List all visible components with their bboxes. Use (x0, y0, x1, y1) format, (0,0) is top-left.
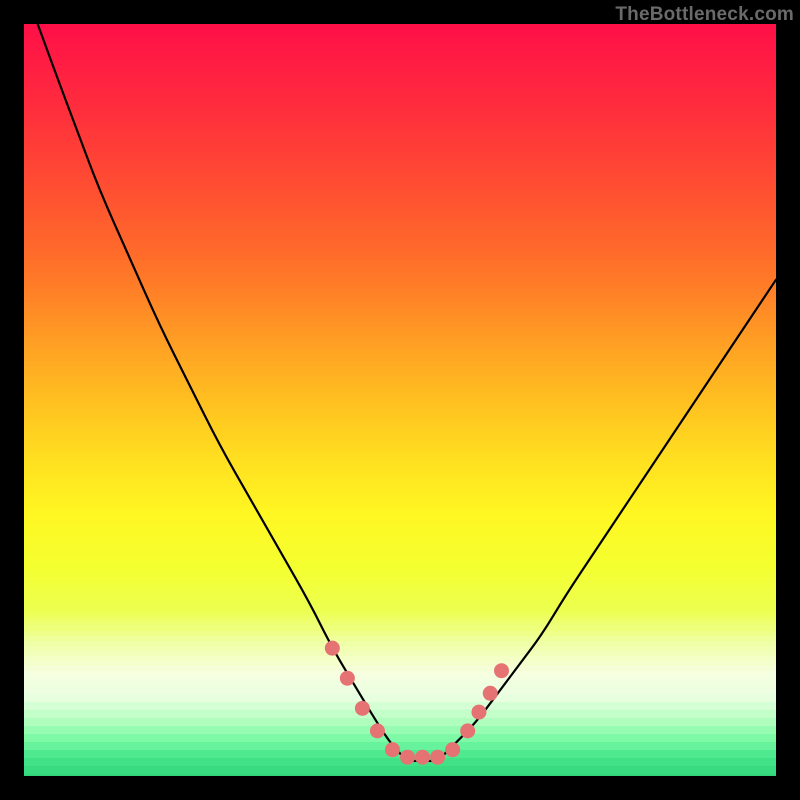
curve-marker (370, 723, 385, 738)
curve-marker (400, 750, 415, 765)
plot-area (24, 24, 776, 776)
curve-marker (355, 701, 370, 716)
curve-marker (325, 641, 340, 656)
chart-frame: TheBottleneck.com (0, 0, 800, 800)
curve-marker (471, 705, 486, 720)
curve-marker (483, 686, 498, 701)
curve-marker (385, 742, 400, 757)
watermark: TheBottleneck.com (615, 4, 794, 26)
curve-marker (445, 742, 460, 757)
curve-layer (24, 24, 776, 776)
marker-group (325, 641, 509, 765)
curve-marker (340, 671, 355, 686)
curve-marker (415, 750, 430, 765)
bottleneck-curve (24, 24, 776, 761)
curve-marker (430, 750, 445, 765)
curve-marker (494, 663, 509, 678)
curve-marker (460, 723, 475, 738)
